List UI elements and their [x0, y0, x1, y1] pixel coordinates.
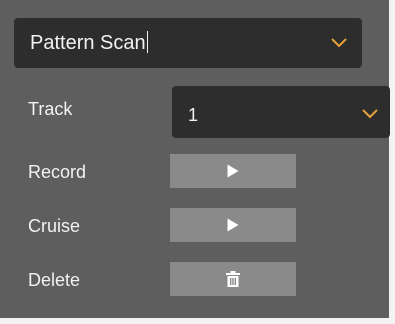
track-value: 1	[188, 105, 199, 125]
pattern-mode-select[interactable]: Pattern Scan	[14, 18, 362, 68]
record-button[interactable]	[170, 154, 296, 188]
play-icon	[227, 218, 239, 232]
delete-label: Delete	[28, 270, 81, 290]
cruise-label: Cruise	[28, 216, 81, 236]
track-select[interactable]: 1	[172, 86, 390, 138]
record-label: Record	[28, 162, 87, 182]
pattern-scan-panel: Pattern Scan Track 1 Record Cruise Delet…	[0, 0, 395, 324]
track-label: Track	[28, 99, 73, 119]
chevron-down-icon[interactable]	[331, 38, 347, 48]
cruise-button[interactable]	[170, 208, 296, 242]
delete-button[interactable]	[170, 262, 296, 296]
trash-icon	[226, 271, 240, 287]
pattern-mode-value: Pattern Scan	[30, 32, 146, 54]
text-cursor	[146, 31, 148, 53]
play-icon	[227, 164, 239, 178]
chevron-down-icon[interactable]	[362, 109, 378, 119]
